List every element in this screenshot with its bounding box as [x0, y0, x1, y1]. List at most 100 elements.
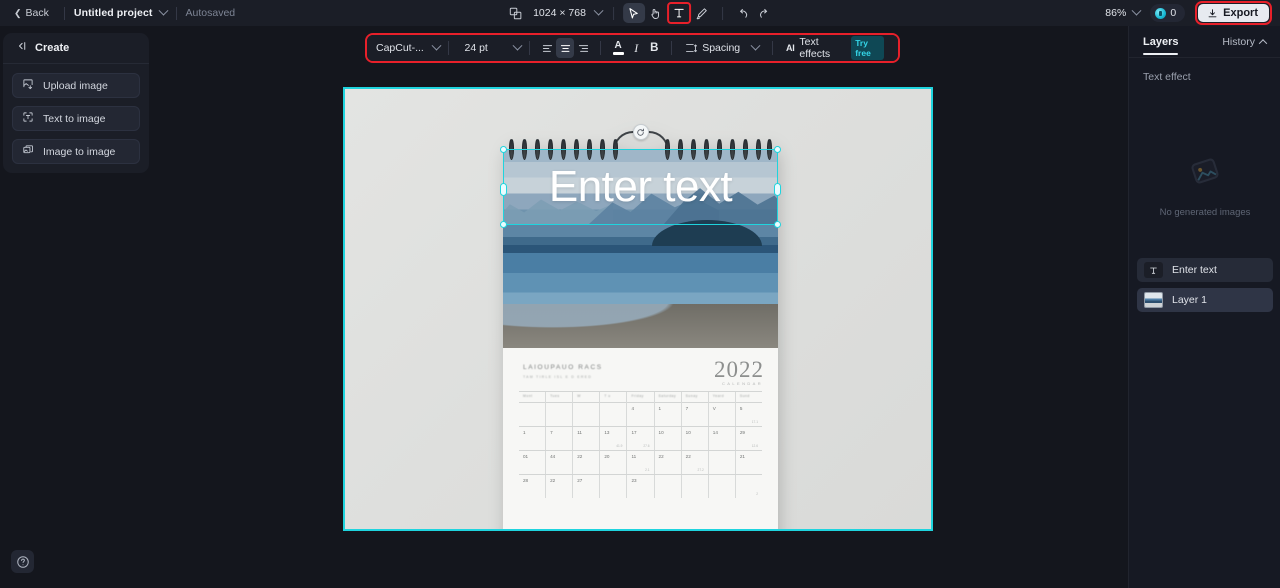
text-format-toolbar: CapCut-... 24 pt A I B Spacing AI Text e… [367, 35, 898, 61]
artboard[interactable]: 2022 CALENDAR LAIOUPAUO RACS TAM TIRLE I… [345, 89, 931, 529]
calendar-day-cell[interactable] [600, 403, 628, 426]
select-tool[interactable] [622, 3, 645, 23]
calendar-day-cell[interactable]: 10 [655, 427, 682, 450]
brush-tool[interactable] [691, 3, 713, 23]
tab-history[interactable]: History [1222, 35, 1268, 48]
calendar-day-cell[interactable]: 2 [736, 475, 762, 498]
redo-button[interactable] [754, 3, 776, 23]
calendar-day-cell[interactable]: 22 [546, 475, 574, 498]
text-element[interactable]: Enter text [500, 124, 781, 228]
calendar-day-cell[interactable]: 5 17.1 [736, 403, 762, 426]
text-color-button[interactable]: A [609, 38, 627, 58]
calendar-day-cell[interactable]: V [709, 403, 736, 426]
calendar-day-cell[interactable] [573, 403, 601, 426]
resize-handle-top-left[interactable] [500, 146, 507, 153]
calendar-day-name: Mont [523, 394, 533, 398]
layer-row[interactable]: Layer 1 [1137, 288, 1273, 312]
project-name-dropdown[interactable]: Untitled project [74, 5, 168, 19]
image-to-image-button[interactable]: Image to image [12, 139, 140, 164]
resize-handle-top-right[interactable] [774, 146, 781, 153]
calendar-day-cell[interactable]: 01 [519, 451, 547, 474]
resize-handle-middle-right[interactable] [774, 183, 781, 196]
calendar-day-cell[interactable]: 23 [627, 475, 655, 498]
text-element-label: Enter text [548, 162, 733, 211]
calendar-day-name: Yeard [712, 394, 725, 398]
calendar-day-cell[interactable] [709, 475, 736, 498]
calendar-title: LAIOUPAUO RACS [523, 364, 603, 371]
font-family-dropdown[interactable]: CapCut-... [376, 40, 442, 54]
calendar-day-cell[interactable]: 22 [655, 451, 682, 474]
calendar-day-cell[interactable]: 7 [546, 427, 574, 450]
help-button[interactable] [11, 550, 34, 573]
calendar-day-cell[interactable]: 4 [627, 403, 655, 426]
calendar-day-cell[interactable]: 17 27.6 [627, 427, 655, 450]
calendar-day-cell[interactable] [655, 475, 682, 498]
calendar-day-cell[interactable]: 20 [600, 451, 628, 474]
font-size-value: 24 pt [464, 42, 488, 54]
layer-list: Enter text Layer 1 [1129, 258, 1280, 318]
calendar-day-number: 13 [604, 430, 610, 435]
calendar-day-cell[interactable]: 10 [682, 427, 709, 450]
calendar-day-cell[interactable] [709, 451, 736, 474]
calendar-day-cell[interactable] [546, 403, 574, 426]
layer-row[interactable]: Enter text [1137, 258, 1273, 282]
align-left-button[interactable] [538, 38, 556, 58]
calendar-day-cell[interactable]: 7 [682, 403, 709, 426]
resize-handle-bottom-right[interactable] [774, 221, 781, 228]
zoom-dropdown[interactable]: 86% [1105, 5, 1142, 19]
chevron-down-icon [593, 5, 604, 16]
undo-button[interactable] [732, 3, 754, 23]
calendar-day-number: 14 [712, 430, 718, 435]
back-button[interactable]: ❮ Back [8, 4, 55, 22]
text-tool[interactable] [669, 3, 689, 23]
font-size-dropdown[interactable]: 24 pt [464, 40, 523, 54]
collapse-panel-icon[interactable] [15, 39, 27, 57]
resize-handle-middle-left[interactable] [500, 183, 507, 196]
calendar-day-cell[interactable]: 44 [546, 451, 574, 474]
canvas-size-dropdown[interactable]: 1024 × 768 [526, 5, 604, 19]
calendar-day-cell[interactable]: 1 [519, 427, 547, 450]
align-right-button[interactable] [574, 38, 592, 58]
bold-button[interactable]: B [645, 38, 663, 58]
calendar-day-cell[interactable]: 22 27.2 [682, 451, 709, 474]
no-images-icon [1188, 154, 1222, 193]
upload-image-button[interactable]: Upload image [12, 73, 140, 98]
tab-layers[interactable]: Layers [1143, 36, 1179, 55]
text-effects-button[interactable]: AI Text effects Try free [781, 33, 889, 63]
hand-tool[interactable] [645, 3, 667, 23]
calendar-day-cell[interactable] [519, 403, 547, 426]
resize-icon[interactable] [504, 3, 526, 23]
calendar-day-cell[interactable]: 11 2.1 [627, 451, 655, 474]
rotate-handle[interactable] [632, 124, 649, 140]
credits-badge[interactable]: 0 [1150, 4, 1186, 22]
spacing-dropdown[interactable]: Spacing [680, 39, 764, 57]
calendar-day-number: V [712, 406, 716, 411]
calendar-day-cell[interactable]: 13 41.9 [600, 427, 628, 450]
text-layer-icon [1144, 262, 1163, 278]
calendar-day-cell[interactable]: 14 [709, 427, 736, 450]
calendar-day-cell[interactable]: 1 [655, 403, 682, 426]
calendar-day-cell[interactable]: 11 [573, 427, 601, 450]
align-center-button[interactable] [556, 38, 575, 58]
calendar-day-name: Friday [631, 394, 644, 398]
calendar-day-note: 27.6 [643, 444, 650, 448]
italic-button[interactable]: I [627, 38, 645, 58]
text-to-image-button[interactable]: Text to image [12, 106, 140, 131]
calendar-header-cell: Yeard [709, 392, 736, 403]
chevron-up-icon [1258, 38, 1268, 48]
calendar-day-cell[interactable]: 21 [736, 451, 762, 474]
resize-handle-bottom-left[interactable] [500, 221, 507, 228]
calendar-day-note: 12.6 [751, 444, 758, 448]
calendar-day-cell[interactable]: 28 [519, 475, 547, 498]
calendar-day-number: 7 [550, 430, 553, 435]
calendar-day-cell[interactable]: 22 [573, 451, 601, 474]
export-button[interactable]: Export [1198, 4, 1269, 22]
calendar-day-cell[interactable] [600, 475, 628, 498]
top-bar-right: 86% 0 Export [1105, 0, 1272, 26]
upload-image-icon [22, 78, 34, 93]
calendar-day-cell[interactable] [682, 475, 709, 498]
back-label: Back [25, 7, 49, 19]
calendar-day-cell[interactable]: 29 12.6 [736, 427, 762, 450]
history-label: History [1222, 35, 1255, 48]
calendar-day-cell[interactable]: 27 [573, 475, 601, 498]
